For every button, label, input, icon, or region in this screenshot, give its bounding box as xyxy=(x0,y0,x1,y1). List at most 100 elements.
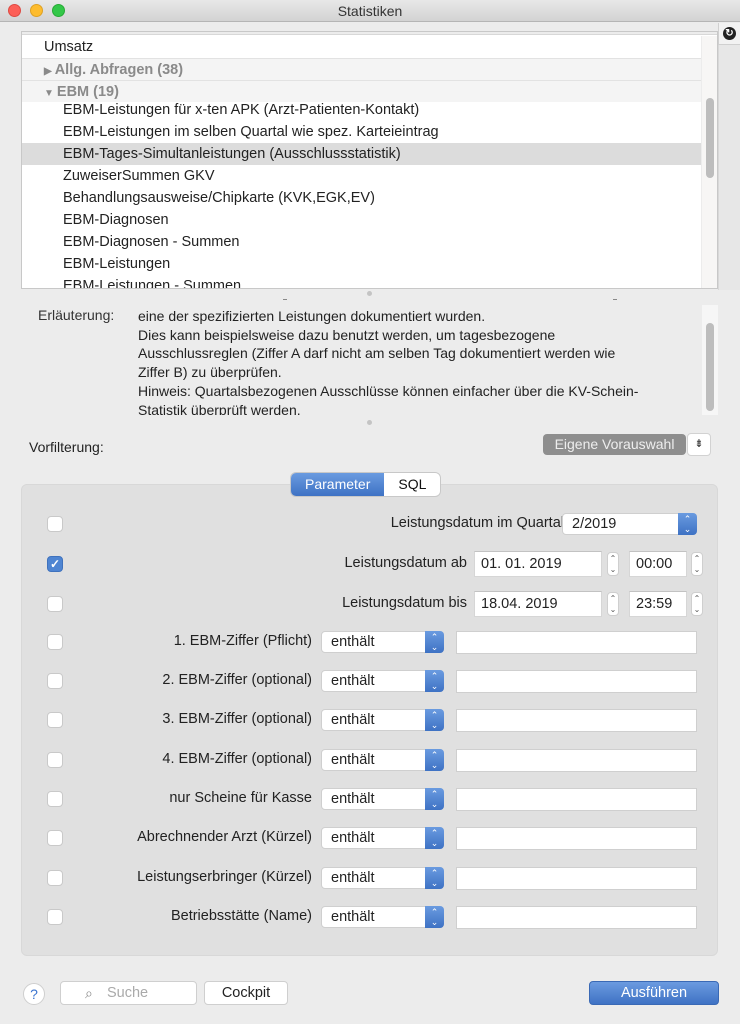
list-item[interactable]: EBM-Leistungen im selben Quartal wie spe… xyxy=(22,121,701,143)
splitter-handle[interactable] xyxy=(367,291,372,296)
list-item[interactable]: Behandlungsausweise/Chipkarte (KVK,EGK,E… xyxy=(22,187,701,209)
popup-arrows-icon: ⌃ ⌄ xyxy=(425,631,444,653)
help-icon: ? xyxy=(30,986,38,1002)
list-item[interactable]: EBM-Leistungen - Summen xyxy=(22,275,701,289)
filter-checkbox[interactable] xyxy=(47,791,63,807)
tab-sql[interactable]: SQL xyxy=(384,473,441,496)
search-placeholder: Suche xyxy=(107,985,149,1001)
popup-arrows-icon: ⌃ ⌄ xyxy=(425,749,444,771)
filter-checkbox[interactable] xyxy=(47,634,63,650)
filter-checkbox[interactable] xyxy=(47,673,63,689)
list-item-label: ZuweiserSummen GKV xyxy=(63,168,215,184)
list-item[interactable]: EBM-Leistungen für x-ten APK (Arzt-Patie… xyxy=(22,99,701,121)
operator-value: enthält xyxy=(331,870,375,886)
run-button[interactable]: Ausführen xyxy=(589,981,719,1005)
time-to-input[interactable]: 23:59 xyxy=(629,591,687,617)
list-item-label: EBM-Leistungen - Summen xyxy=(63,278,242,289)
param-row-leistungserbringer: Leistungserbringer (Kürzel) enthält ⌃ ⌄ xyxy=(21,865,718,891)
filter-value-input[interactable] xyxy=(456,788,697,811)
splitter-handle[interactable] xyxy=(367,420,372,425)
window-title: Statistiken xyxy=(337,3,403,19)
operator-select[interactable]: enthält ⌃ ⌄ xyxy=(321,867,444,889)
list-item[interactable]: EBM-Diagnosen - Summen xyxy=(22,231,701,253)
list-item-label: EBM-Diagnosen xyxy=(63,212,169,228)
help-button[interactable]: ? xyxy=(23,983,45,1005)
operator-value: enthält xyxy=(331,634,375,650)
date-to-input[interactable]: 18.04. 2019 xyxy=(474,591,602,617)
list-group-allg-abfragen[interactable]: ▶ Allg. Abfragen (38) xyxy=(22,58,701,80)
list-item-label: EBM-Leistungen im selben Quartal wie spe… xyxy=(63,124,439,140)
description-scrollbar[interactable] xyxy=(702,305,718,415)
filter-value-input[interactable] xyxy=(456,867,697,890)
operator-select[interactable]: enthält ⌃ ⌄ xyxy=(321,749,444,771)
list-item[interactable]: EBM-Leistungen xyxy=(22,253,701,275)
list-item[interactable]: ZuweiserSummen GKV xyxy=(22,165,701,187)
filter-label: 4. EBM-Ziffer (optional) xyxy=(162,751,312,767)
description-scroll-thumb[interactable] xyxy=(706,323,714,411)
list-scroll-thumb[interactable] xyxy=(706,98,714,178)
param-row-quarter: Leistungsdatum im Quartal 2/2019 ⌃ ⌄ xyxy=(21,511,718,537)
date-to-stepper[interactable]: ⌃ ⌄ xyxy=(607,592,619,616)
operator-value: enthält xyxy=(331,830,375,846)
param-row-ebm-2: 2. EBM-Ziffer (optional) enthält ⌃ ⌄ xyxy=(21,668,718,694)
operator-select[interactable]: enthält ⌃ ⌄ xyxy=(321,827,444,849)
date-from-input[interactable]: 01. 01. 2019 xyxy=(474,551,602,577)
custom-preselection-button[interactable]: Eigene Vorauswahl xyxy=(543,434,686,455)
list-item[interactable]: Umsatz xyxy=(22,36,701,58)
date-to-checkbox[interactable] xyxy=(47,596,63,612)
filter-label: nur Scheine für Kasse xyxy=(169,790,312,806)
date-from-checkbox[interactable]: ✓ xyxy=(47,556,63,572)
scroll-indicator-mark xyxy=(283,299,287,300)
param-row-ebm-3: 3. EBM-Ziffer (optional) enthält ⌃ ⌄ xyxy=(21,707,718,733)
description-line: Statistik überprüft werden. xyxy=(138,401,301,415)
statistics-list[interactable]: Umsatz ▶ Allg. Abfragen (38) ▼ EBM (19) EB… xyxy=(21,31,718,289)
filter-checkbox[interactable] xyxy=(47,909,63,925)
quarter-select[interactable]: 2/2019 ⌃ ⌄ xyxy=(562,513,697,535)
filter-value-input[interactable] xyxy=(456,749,697,772)
quarter-checkbox[interactable] xyxy=(47,516,63,532)
filter-value-input[interactable] xyxy=(456,709,697,732)
refresh-button[interactable]: ↻ xyxy=(718,23,740,45)
param-row-ebm-4: 4. EBM-Ziffer (optional) enthält ⌃ ⌄ xyxy=(21,747,718,773)
tab-parameter[interactable]: Parameter xyxy=(291,473,385,496)
time-from-input[interactable]: 00:00 xyxy=(629,551,687,577)
list-item-label: EBM-Leistungen xyxy=(63,256,171,272)
filter-checkbox[interactable] xyxy=(47,712,63,728)
param-row-kasse: nur Scheine für Kasse enthält ⌃ ⌄ xyxy=(21,786,718,812)
filter-value-input[interactable] xyxy=(456,631,697,654)
filter-value-input[interactable] xyxy=(456,827,697,850)
filter-checkbox[interactable] xyxy=(47,870,63,886)
description-line: eine der spezifizierten Leistungen dokum… xyxy=(138,308,486,324)
operator-select[interactable]: enthält ⌃ ⌄ xyxy=(321,788,444,810)
filter-label: Abrechnender Arzt (Kürzel) xyxy=(137,829,312,845)
checkmark-icon: ✓ xyxy=(49,557,61,571)
description-text-area[interactable]: eine der spezifizierten Leistungen dokum… xyxy=(134,305,718,415)
operator-select[interactable]: enthält ⌃ ⌄ xyxy=(321,631,444,653)
operator-select[interactable]: enthält ⌃ ⌄ xyxy=(321,709,444,731)
list-item-selected[interactable]: EBM-Tages-Simultanleistungen (Ausschluss… xyxy=(22,143,701,165)
operator-select[interactable]: enthält ⌃ ⌄ xyxy=(321,670,444,692)
search-icon: ⌕ xyxy=(85,985,93,1001)
param-row-date-from: ✓ Leistungsdatum ab 01. 01. 2019 ⌃ ⌄ 00:0… xyxy=(21,551,718,577)
filter-checkbox[interactable] xyxy=(47,830,63,846)
filter-value-input[interactable] xyxy=(456,670,697,693)
list-header-band xyxy=(22,32,717,35)
filter-value-input[interactable] xyxy=(456,906,697,929)
list-item[interactable]: EBM-Diagnosen xyxy=(22,209,701,231)
time-to-stepper[interactable]: ⌃ ⌄ xyxy=(691,592,703,616)
popup-arrows-icon: ⌃ ⌄ xyxy=(425,906,444,928)
popup-arrows-icon: ⌃ ⌄ xyxy=(425,827,444,849)
operator-select[interactable]: enthält ⌃ ⌄ xyxy=(321,906,444,928)
date-from-stepper[interactable]: ⌃ ⌄ xyxy=(607,552,619,576)
time-from-stepper[interactable]: ⌃ ⌄ xyxy=(691,552,703,576)
list-side-gutter xyxy=(718,45,740,290)
list-group-label: Allg. Abfragen (38) xyxy=(54,62,184,78)
list-scrollbar[interactable] xyxy=(701,36,717,288)
date-from-label: Leistungsdatum ab xyxy=(344,555,467,571)
list-item-label: EBM-Diagnosen - Summen xyxy=(63,234,240,250)
search-input[interactable]: ⌕ Suche xyxy=(60,981,197,1005)
prefilter-menu-button[interactable]: ⇟ xyxy=(687,433,711,456)
description-line: Ausschlussreglen (Ziffer A darf nicht am… xyxy=(138,345,616,362)
filter-checkbox[interactable] xyxy=(47,752,63,768)
cockpit-button[interactable]: Cockpit xyxy=(204,981,288,1005)
